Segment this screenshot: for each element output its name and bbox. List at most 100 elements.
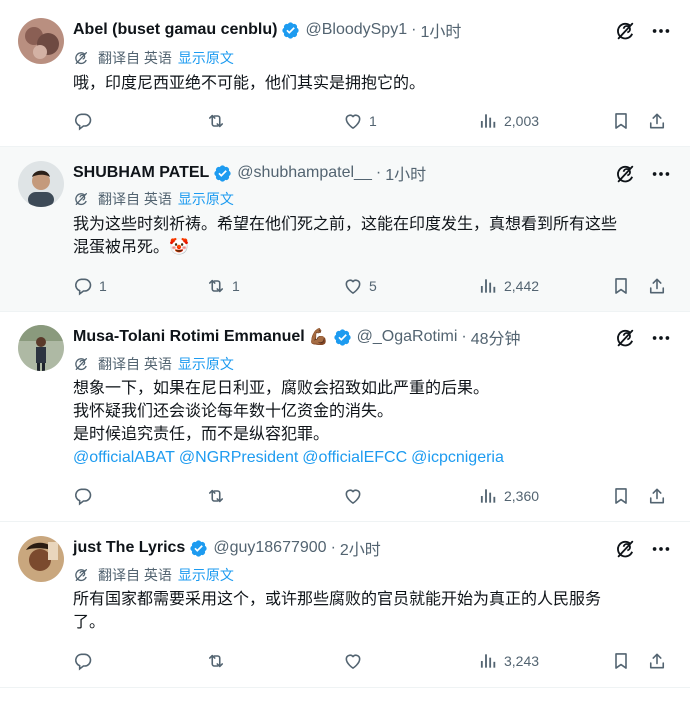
reply-button[interactable]: 1 <box>73 274 107 298</box>
verified-badge-icon <box>333 328 352 347</box>
retweet-button[interactable] <box>206 109 232 133</box>
like-button[interactable] <box>343 649 369 673</box>
more-icon[interactable] <box>650 163 672 185</box>
bookmark-button[interactable] <box>611 484 631 508</box>
views-icon <box>478 486 498 506</box>
author-handle[interactable]: @guy18677900 <box>213 539 326 557</box>
tweet-item[interactable]: SHUBHAM PATEL @shubhampatel__ · 1小时 翻译自 … <box>0 147 690 312</box>
share-button[interactable] <box>647 109 667 133</box>
views-icon <box>478 276 498 296</box>
more-icon[interactable] <box>650 538 672 560</box>
tweet-header: Abel (buset gamau cenblu) @BloodySpy1 · … <box>73 18 461 42</box>
bookmark-icon <box>611 111 631 131</box>
globe-translate-icon <box>73 356 89 372</box>
share-icon <box>647 111 667 131</box>
translation-notice: 翻译自 英语 显示原文 <box>73 565 234 585</box>
avatar[interactable] <box>18 536 64 582</box>
reply-icon <box>73 651 93 671</box>
mention-link[interactable]: @icpcnigeria <box>411 449 504 466</box>
views-icon <box>478 651 498 671</box>
tweet-actions: 3,243 <box>73 649 673 673</box>
show-original-link[interactable]: 显示原文 <box>178 48 234 68</box>
retweet-icon <box>206 276 226 296</box>
share-icon <box>647 486 667 506</box>
bookmark-button[interactable] <box>611 649 631 673</box>
author-name[interactable]: just The Lyrics <box>73 539 185 557</box>
separator-dot: · <box>375 164 382 181</box>
more-icon[interactable] <box>650 20 672 42</box>
share-icon <box>647 276 667 296</box>
tweet-item[interactable]: Musa-Tolani Rotimi Emmanuel 💪🏾 @_OgaRoti… <box>0 312 690 522</box>
mention-link[interactable]: @officialABAT <box>73 449 175 466</box>
more-icon[interactable] <box>650 327 672 349</box>
retweet-button[interactable] <box>206 649 232 673</box>
tweet-text-line: 想象一下，如果在尼日利亚，腐败会招致如此严重的后果。 <box>73 380 490 397</box>
author-handle[interactable]: @_OgaRotimi <box>357 328 458 346</box>
tweet-text-line: 是时候追究责任，而不是纵容犯罪。 <box>73 426 330 443</box>
timestamp[interactable]: 1小时 <box>420 18 461 42</box>
tweet-header: just The Lyrics @guy18677900 · 2小时 <box>73 536 381 560</box>
globe-translate-icon <box>73 567 89 583</box>
like-button[interactable]: 5 <box>343 274 377 298</box>
avatar[interactable] <box>18 18 64 64</box>
share-icon <box>647 651 667 671</box>
views-button[interactable]: 3,243 <box>478 649 539 673</box>
retweet-button[interactable]: 1 <box>206 274 240 298</box>
show-original-link[interactable]: 显示原文 <box>178 189 234 209</box>
grok-icon[interactable] <box>614 538 636 560</box>
reply-button[interactable] <box>73 649 99 673</box>
like-icon <box>343 276 363 296</box>
tweet-actions: 1 1 5 2,442 <box>73 274 673 298</box>
grok-icon[interactable] <box>614 20 636 42</box>
views-button[interactable]: 2,003 <box>478 109 539 133</box>
mention-link[interactable]: @officialEFCC <box>302 449 407 466</box>
tweet-text: 我为这些时刻祈祷。希望在他们死之前，这能在印度发生，真想看到所有这些 混蛋被吊死… <box>73 213 673 259</box>
avatar[interactable] <box>18 161 64 207</box>
tweet-item[interactable]: Abel (buset gamau cenblu) @BloodySpy1 · … <box>0 0 690 147</box>
grok-icon[interactable] <box>614 163 636 185</box>
globe-translate-icon <box>73 191 89 207</box>
translated-from-label: 翻译自 英语 <box>98 567 172 583</box>
timestamp[interactable]: 1小时 <box>385 161 426 185</box>
tweet-actions: 1 2,003 <box>73 109 673 133</box>
reply-button[interactable] <box>73 109 99 133</box>
author-name[interactable]: Abel (buset gamau cenblu) <box>73 21 277 39</box>
share-button[interactable] <box>647 274 667 298</box>
tweet-text-line: 所有国家都需要采用这个，或许那些腐败的官员就能开始为真正的人民服务 <box>73 591 602 608</box>
globe-translate-icon <box>73 50 89 66</box>
tweet-text: 所有国家都需要采用这个，或许那些腐败的官员就能开始为真正的人民服务 了。 <box>73 588 673 634</box>
retweet-icon <box>206 111 226 131</box>
retweet-button[interactable] <box>206 484 232 508</box>
share-button[interactable] <box>647 649 667 673</box>
bookmark-button[interactable] <box>611 109 631 133</box>
tweet-header: Musa-Tolani Rotimi Emmanuel 💪🏾 @_OgaRoti… <box>73 325 521 349</box>
tweet-actions: 2,360 <box>73 484 673 508</box>
views-button[interactable]: 2,360 <box>478 484 539 508</box>
like-button[interactable]: 1 <box>343 109 377 133</box>
tweet-item[interactable]: just The Lyrics @guy18677900 · 2小时 翻译自 英… <box>0 522 690 688</box>
show-original-link[interactable]: 显示原文 <box>178 565 234 585</box>
mention-link[interactable]: @NGRPresident <box>179 449 298 466</box>
author-handle[interactable]: @BloodySpy1 <box>305 21 407 39</box>
retweet-icon <box>206 651 226 671</box>
timestamp[interactable]: 48分钟 <box>471 325 521 349</box>
bookmark-button[interactable] <box>611 274 631 298</box>
author-handle[interactable]: @shubhampatel__ <box>237 164 372 182</box>
reply-button[interactable] <box>73 484 99 508</box>
views-button[interactable]: 2,442 <box>478 274 539 298</box>
share-button[interactable] <box>647 484 667 508</box>
author-name[interactable]: Musa-Tolani Rotimi Emmanuel <box>73 328 305 346</box>
timestamp[interactable]: 2小时 <box>340 536 381 560</box>
translation-notice: 翻译自 英语 显示原文 <box>73 48 234 68</box>
separator-dot: · <box>411 21 417 38</box>
show-original-link[interactable]: 显示原文 <box>178 354 234 374</box>
author-name[interactable]: SHUBHAM PATEL <box>73 164 209 182</box>
views-count: 2,442 <box>504 278 540 294</box>
translated-from-label: 翻译自 英语 <box>98 50 172 66</box>
bookmark-icon <box>611 651 631 671</box>
tweet-text-line: 混蛋被吊死。🤡 <box>73 239 189 256</box>
like-button[interactable] <box>343 484 369 508</box>
avatar[interactable] <box>18 325 64 371</box>
grok-icon[interactable] <box>614 327 636 349</box>
retweet-count: 1 <box>232 278 240 294</box>
